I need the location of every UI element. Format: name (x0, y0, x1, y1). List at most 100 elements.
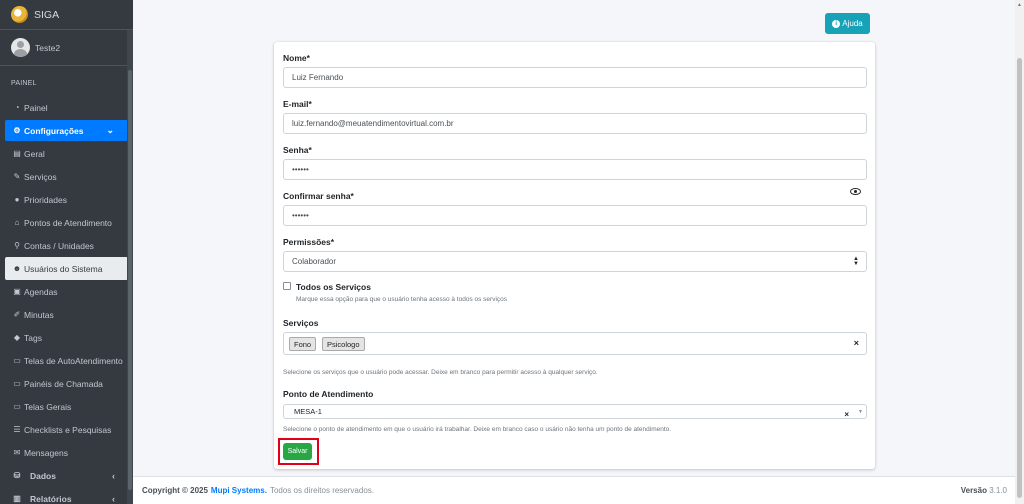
sidebar-item-paineis-de-chamada[interactable]: ▭ Painéis de Chamada (0, 372, 133, 395)
sidebar-item-relatorios[interactable]: ▥ Relatórios ‹ (0, 487, 133, 504)
all-services-help: Marque essa opção para que o usuário ten… (296, 296, 508, 303)
sidebar-item-label: Agendas (24, 286, 58, 297)
page-scrollbar-thumb[interactable] (1017, 58, 1022, 498)
permissions-label: Permissões* (283, 237, 335, 247)
sidebar-item-usuarios-do-sistema[interactable]: ☻ Usuários do Sistema (5, 257, 128, 280)
sidebar-item-label: Prioridades (24, 194, 67, 205)
chart-icon: ▥ (13, 494, 21, 503)
eye-icon[interactable] (850, 188, 861, 195)
name-label: Nome* (283, 53, 310, 63)
clear-services-icon[interactable]: × (854, 338, 859, 348)
sidebar-item-contas-unidades[interactable]: ⚲ Contas / Unidades (0, 234, 133, 257)
point-help: Selecione o ponto de atendimento em que … (283, 426, 672, 433)
sidebar-item-label: Telas Gerais (24, 401, 72, 412)
cogs-icon: ⚙ (13, 126, 21, 135)
sidebar-item-geral[interactable]: ▤ Geral (0, 142, 133, 165)
brand-name: SIGA (34, 8, 60, 21)
password-field[interactable]: •••••• (283, 159, 867, 180)
save-button[interactable]: Salvar (283, 443, 312, 460)
calendar-icon: ▣ (13, 287, 21, 296)
home-icon: ⌂ (14, 218, 20, 227)
brand-logo (11, 6, 28, 23)
footer-rights: Todos os direitos reservados. (269, 486, 374, 495)
desktop-icon: ▭ (13, 379, 21, 388)
sidebar-scrollbar-thumb[interactable] (128, 70, 132, 490)
sidebar-item-telas-gerais[interactable]: ▭ Telas Gerais (0, 395, 133, 418)
footer: Copyright © 2025 Mupi Systems. Todos os … (133, 476, 1015, 504)
nav-header: PAINEL (11, 80, 37, 87)
footer-copyright: Copyright © 2025 (142, 486, 208, 495)
sidebar-item-checklists[interactable]: ☰ Checklists e Pesquisas (0, 418, 133, 441)
chevron-down-icon: ▼ (858, 409, 863, 415)
help-button[interactable]: i Ajuda (825, 13, 870, 34)
footer-version-label: Versão (960, 486, 987, 495)
sidebar-item-label: Telas de AutoAtendimento (24, 355, 123, 366)
sidebar-item-label: Geral (24, 148, 45, 159)
dashboard-icon: ◔ (14, 103, 20, 112)
nav-list: ◔ Painel ⚙ Configurações ⌄ ▤ Geral ✎ Serviços… (0, 96, 133, 504)
name-field[interactable]: Luiz Fernando (283, 67, 867, 88)
sidebar-item-painel[interactable]: ◔ Painel (0, 96, 133, 119)
sidebar-item-label: Mensagens (24, 447, 68, 458)
service-tag[interactable]: Psicologo (322, 337, 365, 351)
desktop-icon: ▭ (13, 356, 21, 365)
all-services-checkbox[interactable] (283, 282, 291, 290)
footer-version-value: 3.1.0 (989, 486, 1007, 495)
confirm-password-label: Confirmar senha* (283, 191, 354, 201)
sidebar-item-prioridades[interactable]: ● Prioridades (0, 188, 133, 211)
scroll-up-icon[interactable]: ▲ (1017, 2, 1022, 8)
confirm-password-field[interactable]: •••••• (283, 205, 867, 226)
sidebar-item-label: Checklists e Pesquisas (24, 424, 112, 435)
service-tag[interactable]: Fono (289, 337, 317, 351)
help-button-label: Ajuda (842, 19, 863, 28)
printer-icon: ▤ (13, 149, 21, 158)
user-form-card: Nome* Luiz Fernando E-mail* luiz.fernand… (274, 42, 875, 469)
footer-version: Versão 3.1.0 (961, 486, 1007, 495)
desktop-icon: ▭ (13, 402, 21, 411)
permissions-select[interactable]: Colaborador ▲ ▼ (283, 251, 867, 272)
sidebar-item-configuracoes[interactable]: ⚙ Configurações ⌄ (5, 120, 128, 141)
sidebar-item-agendas[interactable]: ▣ Agendas (0, 280, 133, 303)
password-label: Senha* (283, 145, 312, 155)
sidebar-item-label: Usuários do Sistema (24, 263, 103, 274)
sidebar-item-mensagens[interactable]: ✉ Mensagens (0, 441, 133, 464)
sidebar-item-label: Contas / Unidades (24, 240, 94, 251)
sidebar-item-telas-autoatendimento[interactable]: ▭ Telas de AutoAtendimento (0, 349, 133, 372)
all-services-label[interactable]: Todos os Serviços (296, 282, 371, 292)
sidebar-item-tags[interactable]: ◆ Tags (0, 326, 133, 349)
sidebar-item-label: Relatórios (30, 493, 72, 504)
services-help: Selecione os serviços que o usuário pode… (283, 369, 598, 376)
users-icon: ☻ (12, 264, 22, 273)
sidebar-item-pontos-de-atendimento[interactable]: ⌂ Pontos de Atendimento (0, 211, 133, 234)
sidebar-item-label: Tags (24, 332, 42, 343)
sidebar-item-label: Serviços (24, 171, 57, 182)
point-select[interactable]: MESA-1 × ▼ (283, 404, 867, 419)
user-panel[interactable]: Teste2 (0, 30, 133, 66)
clear-point-icon[interactable]: × (844, 408, 849, 421)
sidebar-item-minutas[interactable]: ✐ Minutas (0, 303, 133, 326)
user-name: Teste2 (35, 42, 61, 53)
select-arrows-icon: ▲ ▼ (853, 256, 859, 267)
sidebar-item-label: Minutas (24, 309, 54, 320)
sidebar-item-dados[interactable]: ⛁ Dados ‹ (0, 464, 133, 487)
sidebar-item-servicos[interactable]: ✎ Serviços (0, 165, 133, 188)
info-icon: i (832, 19, 841, 28)
sidebar-item-label: Pontos de Atendimento (24, 217, 112, 228)
sitemap-icon: ⚲ (14, 241, 20, 250)
database-icon: ⛁ (13, 471, 21, 480)
email-field[interactable]: luiz.fernando@meuatendimentovirtual.com.… (283, 113, 867, 134)
point-label: Ponto de Atendimento (283, 389, 374, 399)
avatar (11, 38, 30, 57)
chevron-down-icon: ⌄ (106, 125, 114, 135)
services-multiselect[interactable]: Fono Psicologo × (283, 332, 867, 355)
sidebar-item-label: Dados (30, 470, 56, 481)
sidebar-item-label: Painéis de Chamada (24, 378, 103, 389)
exclamation-icon: ● (14, 195, 20, 204)
footer-company-link[interactable]: Mupi Systems. (211, 486, 267, 495)
brand-link[interactable]: SIGA (0, 0, 133, 30)
sidebar-item-label: Painel (24, 102, 48, 113)
sidebar: SIGA Teste2 PAINEL ◔ Painel ⚙ Configuraçõe… (0, 0, 133, 504)
chevron-left-icon: ‹ (112, 493, 115, 504)
page-scrollbar[interactable]: ▲ (1015, 0, 1024, 504)
chevron-left-icon: ‹ (112, 470, 115, 481)
